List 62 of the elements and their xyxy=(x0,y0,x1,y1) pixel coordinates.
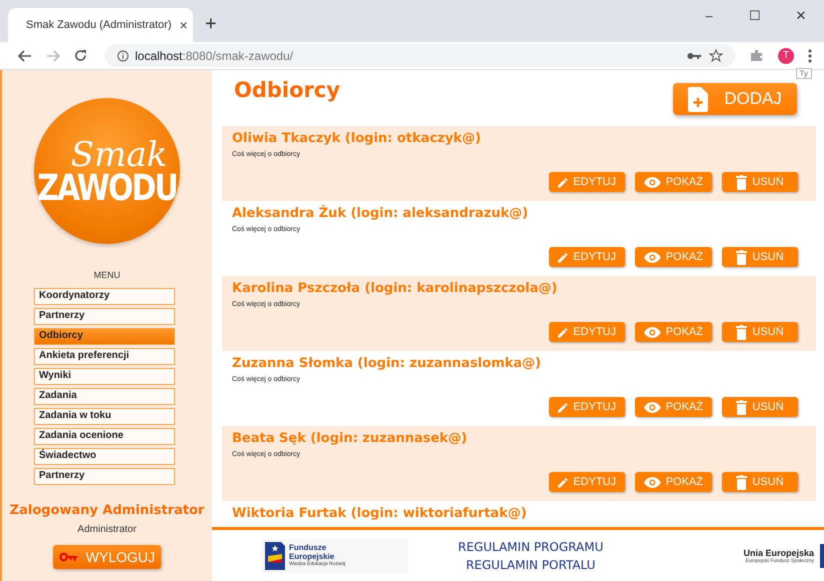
footer-link[interactable]: REGULAMIN PROGRAMU xyxy=(458,540,604,554)
eye-icon xyxy=(644,402,661,412)
menu-item[interactable]: Koordynatorzy xyxy=(34,288,175,305)
url-host: localhost xyxy=(135,48,182,62)
menu-item[interactable]: Odbiorcy xyxy=(34,328,175,345)
address-field[interactable]: localhost:8080/smak-zawodu/ xyxy=(105,44,735,67)
pencil-icon xyxy=(558,250,568,264)
recipient-name: Karolina Pszczoła (login: karolinapszczola@) xyxy=(232,281,558,296)
trash-icon xyxy=(736,400,748,414)
menu-heading: MENU xyxy=(94,270,120,280)
extension-icon[interactable] xyxy=(749,48,764,63)
recipient-name: Oliwia Tkaczyk (login: otkaczyk@) xyxy=(232,131,482,146)
eu-flag xyxy=(820,544,824,568)
user-heading: Zalogowany Administrator xyxy=(10,503,204,518)
info-icon xyxy=(117,50,129,62)
url-path: :8080/smak-zawodu/ xyxy=(182,48,294,62)
window-control-button[interactable]: ☐ xyxy=(732,8,778,23)
menu-item[interactable]: Zadania ocenione xyxy=(34,428,175,445)
menu-item[interactable]: Zadania xyxy=(34,388,175,405)
menu-item[interactable]: Wyniki xyxy=(34,368,175,385)
pencil-icon xyxy=(558,400,568,414)
eu-name: Unia Europejska xyxy=(743,548,814,558)
eye-icon xyxy=(644,176,661,188)
close-tab-button[interactable]: × xyxy=(180,17,188,33)
pencil-icon xyxy=(558,176,568,188)
eye-icon xyxy=(644,326,661,338)
reload-icon[interactable] xyxy=(74,49,87,62)
menu-icon[interactable] xyxy=(808,48,812,62)
menu-item[interactable]: Zadania w toku xyxy=(34,408,175,425)
eye-icon xyxy=(644,252,661,262)
menu-item[interactable]: Ankieta preferencji xyxy=(34,348,175,365)
eye-icon xyxy=(644,476,661,488)
funds-flag-icon xyxy=(265,542,285,570)
add-file-icon xyxy=(688,86,708,112)
key-icon[interactable] xyxy=(687,52,701,60)
browser-tab[interactable]: Smak Zawodu (Administrator) × xyxy=(8,8,193,42)
recipient-name: Beata Sęk (login: zuzannasek@) xyxy=(232,431,468,446)
recipient-name: Aleksandra Żuk (login: aleksandrazuk@) xyxy=(232,206,530,221)
pencil-icon xyxy=(558,476,568,488)
menu-item[interactable]: Partnerzy xyxy=(34,308,175,325)
profile-avatar[interactable]: T xyxy=(778,48,794,64)
trash-icon xyxy=(736,324,748,340)
funds-name: Fundusze Europejskie xyxy=(289,544,334,562)
window-control-button[interactable]: ✕ xyxy=(778,8,824,23)
recipient-name: Wiktoria Furtak (login: wiktoriafurtak@) xyxy=(232,506,528,521)
key-icon xyxy=(59,552,78,562)
window-control-button[interactable]: – xyxy=(686,8,732,23)
tab-title: Smak Zawodu (Administrator) xyxy=(26,19,172,31)
star-icon[interactable] xyxy=(709,48,723,62)
trash-icon xyxy=(736,250,748,264)
page-title: Odbiorcy xyxy=(234,78,340,102)
footer-link[interactable]: REGULAMIN PORTALU xyxy=(466,558,596,572)
pencil-icon xyxy=(558,326,568,338)
tooltip: Ty xyxy=(796,68,812,79)
new-tab-button[interactable]: + xyxy=(205,13,217,36)
menu-item[interactable]: Partnerzy xyxy=(34,468,175,485)
user-role: Administrator xyxy=(78,524,136,535)
trash-icon xyxy=(736,174,748,190)
recipient-name: Zuzanna Słomka (login: zuzannaslomka@) xyxy=(232,356,542,371)
trash-icon xyxy=(736,474,748,490)
back-icon[interactable] xyxy=(18,50,32,62)
menu-item[interactable]: Świadectwo xyxy=(34,448,175,465)
